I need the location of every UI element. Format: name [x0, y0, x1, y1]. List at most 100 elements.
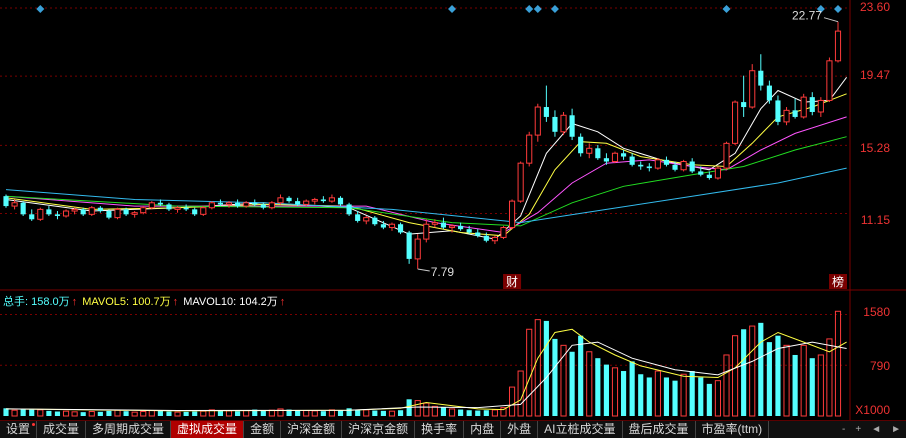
candle-body: [646, 166, 652, 169]
volume-bar: [62, 410, 70, 417]
volume-bar: [440, 407, 447, 416]
volume-bar: [834, 310, 842, 417]
candle-body: [62, 210, 70, 217]
candle-body: [792, 110, 798, 117]
volume-bar: [723, 354, 730, 417]
tab-pe-ttm[interactable]: 市盈率(ttm): [696, 421, 770, 438]
volume-bar: [225, 410, 233, 417]
event-diamond-icon: [550, 5, 559, 13]
tab-sh-sz-bj-amount[interactable]: 沪深京金额: [342, 421, 416, 438]
candle-body: [225, 202, 233, 205]
candle-body: [766, 85, 772, 101]
candle-body: [268, 202, 275, 209]
volume-bar: [817, 354, 824, 417]
volume-bar: [663, 377, 670, 416]
finance-marker: 财: [506, 275, 518, 289]
candle-body: [800, 96, 807, 118]
candle-body: [560, 114, 567, 133]
candle-body: [440, 222, 447, 228]
candle-body: [534, 106, 541, 136]
tab-turnover-rate[interactable]: 换手率: [415, 421, 465, 438]
candle-body: [714, 167, 721, 179]
volume-bar: [569, 351, 575, 416]
candle-body: [252, 202, 258, 205]
candle-body: [11, 202, 18, 207]
scroll-left-icon[interactable]: ◄: [866, 424, 886, 435]
volume-bar: [680, 373, 687, 417]
tab-sh-sz-amount[interactable]: 沪深金额: [281, 421, 343, 438]
tab-virtual-volume[interactable]: 虚拟成交量: [171, 421, 245, 438]
candle-body: [337, 197, 344, 205]
candle-body: [346, 204, 352, 215]
volume-axis-label-mid: 790: [869, 359, 890, 373]
volume-bar: [466, 410, 472, 416]
candle-body: [672, 164, 678, 170]
candle-body: [654, 159, 661, 169]
scroll-right-icon[interactable]: ►: [886, 424, 906, 435]
candle-body: [423, 223, 430, 240]
candle-body: [689, 161, 695, 172]
candle-body: [88, 207, 95, 215]
tab-outer-volume[interactable]: 外盘: [501, 421, 539, 438]
candle-body: [431, 222, 438, 225]
volume-bar: [46, 410, 52, 416]
candle-body: [311, 198, 318, 202]
candle-body: [603, 158, 609, 162]
volume-bar: [672, 380, 678, 416]
candle-body: [71, 208, 78, 212]
candle-body: [783, 109, 790, 123]
volume-axis-label-top: 1580: [863, 305, 890, 319]
volume-bar: [11, 409, 18, 417]
tab-after-hours-volume[interactable]: 盘后成交量: [623, 421, 696, 438]
event-diamond-icon: [533, 5, 542, 13]
volume-bar: [37, 409, 44, 417]
low-price-label: 7.79: [431, 265, 455, 279]
volume-bar: [475, 410, 481, 416]
volume-bar: [346, 408, 352, 416]
candle-body: [114, 208, 121, 219]
volume-bar: [88, 411, 95, 417]
tab-multi-period-volume[interactable]: 多周期成交量: [86, 421, 172, 438]
volume-bar: [337, 410, 344, 416]
candle-body: [698, 171, 704, 175]
volume-legend: 总手: 158.0万 ↑ MAVOL5: 100.7万 ↑ MAVOL10: 104…: [3, 293, 287, 309]
event-diamond-icon: [722, 5, 731, 13]
volume-bar: [526, 328, 533, 417]
candle-body: [775, 100, 781, 122]
candle-body: [328, 197, 336, 202]
volume-bar: [131, 411, 138, 417]
volume-bar: [508, 386, 516, 417]
candle-body: [817, 99, 824, 113]
tab-settings[interactable]: 设置: [0, 421, 38, 438]
candle-body: [595, 148, 601, 159]
candle-body: [46, 209, 52, 215]
volume-bar: [140, 411, 147, 417]
candle-body: [29, 214, 35, 220]
candle-body: [483, 235, 489, 241]
tab-inner-volume[interactable]: 内盘: [464, 421, 502, 438]
candle-body: [320, 199, 326, 202]
candle-body: [809, 97, 815, 112]
candle-body: [157, 202, 163, 205]
plus-icon[interactable]: +: [850, 424, 866, 435]
candle-body: [569, 115, 575, 137]
kline-chart[interactable]: 22.77 7.79 财 榜: [0, 0, 906, 420]
volume-bar: [268, 409, 275, 417]
tab-amount[interactable]: 金额: [244, 421, 282, 438]
candle-body: [372, 217, 378, 225]
volume-bar: [731, 335, 739, 417]
volume-bar: [260, 410, 266, 416]
candle-body: [106, 211, 112, 218]
candle-body: [680, 161, 687, 171]
tab-ai-volume[interactable]: AI立桩成交量: [538, 421, 623, 438]
volume-bar: [355, 409, 361, 416]
candle-body: [363, 217, 370, 222]
volume-bar: [183, 411, 189, 416]
volume-bar: [758, 322, 764, 416]
minus-icon[interactable]: -: [837, 424, 850, 435]
candle-body: [140, 207, 147, 214]
high-pointer: [823, 17, 839, 23]
candle-body: [3, 196, 9, 207]
tab-volume[interactable]: 成交量: [37, 421, 87, 438]
candle-body: [741, 102, 747, 108]
